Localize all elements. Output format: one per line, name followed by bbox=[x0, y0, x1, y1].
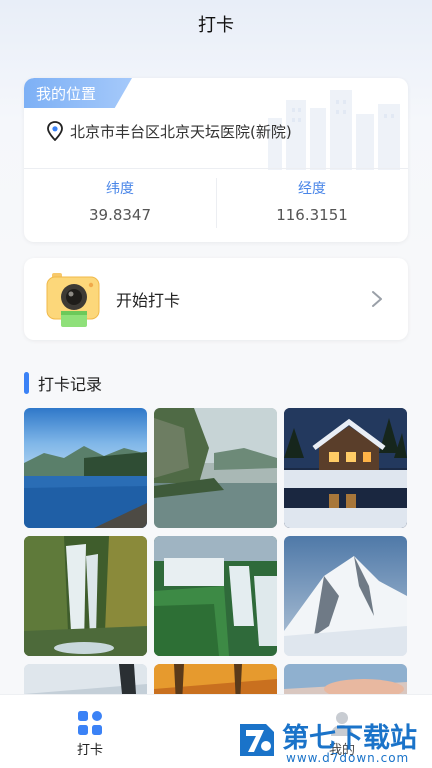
river-cliffs-image bbox=[154, 408, 277, 528]
autumn-forest-image bbox=[154, 664, 277, 698]
longitude-value: 116.3151 bbox=[276, 206, 348, 224]
watermark-name: 第七下载站 bbox=[282, 723, 417, 754]
latitude-block: 纬度 39.8347 bbox=[24, 178, 216, 228]
start-checkin-label: 开始打卡 bbox=[116, 291, 181, 310]
divider bbox=[24, 168, 408, 169]
latitude-value: 39.8347 bbox=[88, 206, 152, 224]
checkin-records-heading: 打卡记录 bbox=[24, 370, 102, 396]
mossy-waterfall-image bbox=[24, 536, 147, 656]
my-location-tag: 我的位置 bbox=[24, 78, 132, 108]
longitude-block: 经度 116.3151 bbox=[216, 178, 408, 228]
watermark-url: www.d7down.com bbox=[286, 751, 410, 765]
photo-thumbnail[interactable] bbox=[24, 408, 147, 528]
location-card: 我的位置 北京市丰台区北京天坛医院(新院) 纬度 39.8347 经度 116.… bbox=[24, 78, 408, 242]
cloudy-rock-image bbox=[24, 664, 147, 698]
chevron-right-icon bbox=[372, 291, 382, 307]
lake-mountains-image bbox=[24, 408, 147, 528]
watermark-logo-icon bbox=[240, 724, 274, 756]
longitude-label: 经度 bbox=[298, 181, 326, 197]
photo-thumbnail[interactable] bbox=[24, 664, 147, 698]
tab-checkin[interactable]: 打卡 bbox=[35, 695, 145, 768]
sunset-clouds-image bbox=[284, 664, 407, 698]
location-address: 北京市丰台区北京天坛医院(新院) bbox=[70, 122, 292, 141]
tab-checkin-label: 打卡 bbox=[76, 743, 103, 758]
snowy-peak-image bbox=[284, 536, 407, 656]
jungle-waterfalls-image bbox=[154, 536, 277, 656]
snow-cabin-night-image bbox=[284, 408, 407, 528]
location-address-row: 北京市丰台区北京天坛医院(新院) bbox=[46, 120, 292, 142]
photo-thumbnail[interactable] bbox=[284, 536, 407, 656]
grid-icon bbox=[78, 711, 102, 735]
top-bar: 打卡 bbox=[0, 0, 432, 48]
photo-thumbnail[interactable] bbox=[284, 408, 407, 528]
checkin-records-title: 打卡记录 bbox=[38, 375, 103, 394]
camera-icon bbox=[46, 273, 100, 327]
photo-thumbnail[interactable] bbox=[24, 536, 147, 656]
watermark: 第七下载站 www.d7down.com bbox=[236, 716, 432, 766]
photo-thumbnail[interactable] bbox=[154, 408, 277, 528]
latitude-label: 纬度 bbox=[106, 181, 134, 197]
start-checkin-button[interactable]: 开始打卡 bbox=[24, 258, 408, 340]
section-accent-bar bbox=[24, 372, 29, 394]
photo-thumbnail[interactable] bbox=[154, 536, 277, 656]
page-title: 打卡 bbox=[198, 15, 234, 36]
photo-thumbnail[interactable] bbox=[154, 664, 277, 698]
location-pin-icon bbox=[47, 121, 63, 141]
photo-grid bbox=[24, 408, 408, 698]
photo-thumbnail[interactable] bbox=[284, 664, 407, 698]
